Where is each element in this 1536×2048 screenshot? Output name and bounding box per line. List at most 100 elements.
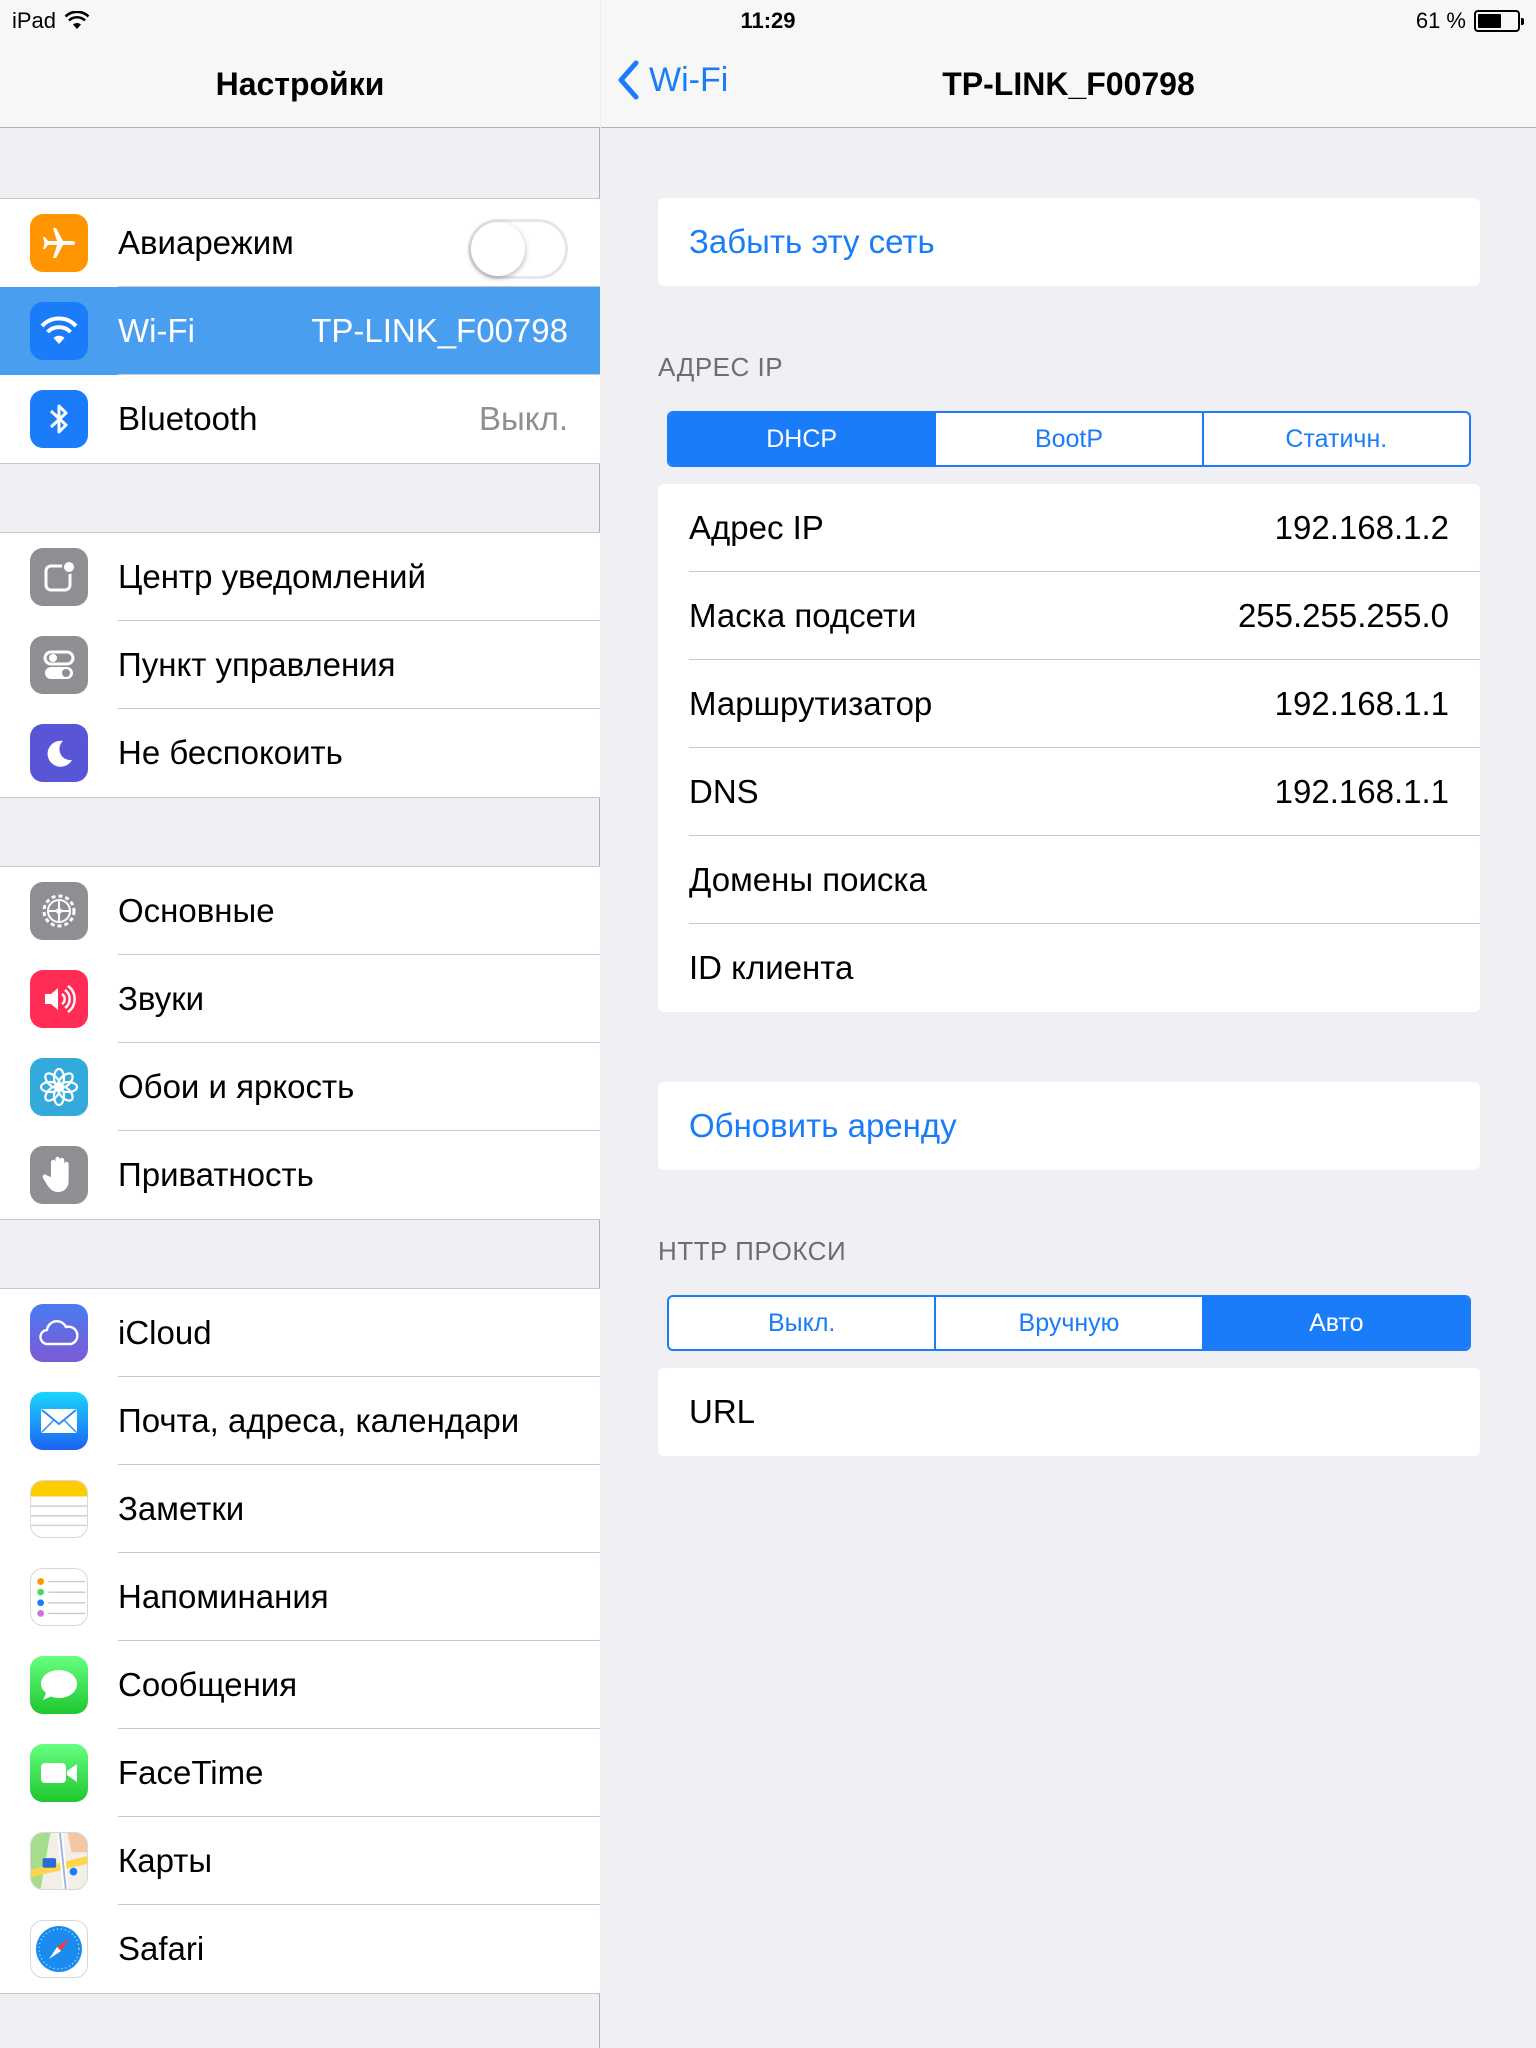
sidebar-item-facetime[interactable]: FaceTime [0, 1729, 600, 1817]
mail-icon [30, 1392, 88, 1450]
ip-mode-bootp[interactable]: BootP [936, 413, 1204, 465]
renew-lease-card: Обновить аренду [658, 1082, 1480, 1170]
row-value: 192.168.1.1 [1274, 773, 1449, 810]
sidebar-item-privacy[interactable]: Приватность [0, 1131, 600, 1219]
battery-icon [1474, 10, 1524, 32]
proxy-url-card: URL [658, 1368, 1480, 1456]
sidebar-item-value: Выкл. [479, 400, 568, 437]
sidebar-title: Настройки [215, 66, 385, 102]
sidebar-item-notification-center[interactable]: Центр уведомлений [0, 533, 600, 621]
sidebar-item-label: Safari [118, 1930, 205, 1967]
sidebar-item-label: Приватность [118, 1156, 314, 1193]
proxy-mode-segmented-control: Выкл. Вручную Авто [667, 1295, 1471, 1351]
ip-address-header: АДРЕС IP [658, 352, 784, 382]
battery-percent: 61 % [1415, 8, 1466, 33]
airplane-icon [30, 214, 88, 272]
http-proxy-header: HTTP ПРОКСИ [658, 1236, 847, 1266]
row-value: 192.168.1.1 [1274, 685, 1449, 722]
notes-icon [30, 1480, 88, 1538]
ip-mode-segmented-control: DHCP BootP Статичн. [667, 411, 1471, 467]
proxy-mode-manual[interactable]: Вручную [936, 1297, 1204, 1349]
sidebar-item-notes[interactable]: Заметки [0, 1465, 600, 1553]
sidebar-item-mail[interactable]: Почта, адреса, календари [0, 1377, 600, 1465]
control-center-icon [30, 636, 88, 694]
sidebar-item-label: Bluetooth [118, 400, 258, 437]
sidebar-item-airplane[interactable]: Авиарежим [0, 199, 600, 287]
proxy-mode-off[interactable]: Выкл. [669, 1297, 937, 1349]
maps-icon [30, 1832, 88, 1890]
router-row: Маршрутизатор 192.168.1.1 [658, 660, 1480, 748]
row-label: Домены поиска [689, 861, 927, 898]
sidebar-item-label: Основные [118, 892, 275, 929]
sidebar-item-label: Сообщения [118, 1666, 298, 1703]
ip-mode-static[interactable]: Статичн. [1204, 413, 1469, 465]
airplane-mode-toggle[interactable] [468, 219, 568, 279]
moon-icon [30, 724, 88, 782]
row-label: Маска подсети [689, 597, 917, 634]
compass-icon [30, 1920, 88, 1978]
sidebar-item-label: Напоминания [118, 1578, 329, 1615]
row-label: ID клиента [689, 949, 854, 986]
ip-mode-dhcp[interactable]: DHCP [669, 413, 937, 465]
row-value: 255.255.255.0 [1237, 597, 1449, 634]
sidebar-item-reminders[interactable]: Напоминания [0, 1553, 600, 1641]
status-right: 61 % [1415, 8, 1524, 34]
facetime-icon [30, 1744, 88, 1802]
settings-group-apps: iCloud Почта, адреса, календари Заметки … [0, 1288, 600, 1994]
bluetooth-icon [30, 390, 88, 448]
sidebar-item-bluetooth[interactable]: Bluetooth Выкл. [0, 375, 600, 463]
ip-info-card: Адрес IP 192.168.1.2 Маска подсети 255.2… [658, 484, 1480, 1012]
notification-center-icon [30, 548, 88, 606]
proxy-mode-auto[interactable]: Авто [1203, 1297, 1469, 1349]
renew-lease-button[interactable]: Обновить аренду [658, 1082, 1480, 1170]
row-label: DNS [689, 773, 759, 810]
forget-network-button[interactable]: Забыть эту сеть [658, 198, 1480, 286]
settings-group-connectivity: Авиарежим Wi-Fi TP-LINK_F00798 Bluetooth… [0, 198, 600, 464]
row-label: Адрес IP [689, 509, 824, 546]
proxy-url-row[interactable]: URL [658, 1368, 1480, 1456]
status-time: 11:29 [740, 8, 796, 33]
row-value: 192.168.1.2 [1274, 509, 1449, 546]
sidebar-item-safari[interactable]: Safari [0, 1905, 600, 1993]
flower-icon [30, 1058, 88, 1116]
sidebar-item-icloud[interactable]: iCloud [0, 1289, 600, 1377]
sidebar-item-label: Заметки [118, 1490, 245, 1527]
sidebar-item-label: Центр уведомлений [118, 558, 426, 595]
sidebar-item-sounds[interactable]: Звуки [0, 955, 600, 1043]
renew-lease-label: Обновить аренду [689, 1107, 957, 1144]
sidebar-item-value: TP-LINK_F00798 [311, 312, 568, 349]
sidebar-item-control-center[interactable]: Пункт управления [0, 621, 600, 709]
search-domains-row: Домены поиска [658, 836, 1480, 924]
settings-group-notifications: Центр уведомлений Пункт управления Не бе… [0, 532, 600, 798]
sidebar-item-maps[interactable]: Карты [0, 1817, 600, 1905]
wifi-icon [30, 302, 88, 360]
sidebar-item-label: Звуки [118, 980, 205, 1017]
sidebar-item-label: iCloud [118, 1314, 212, 1351]
sidebar-item-label: Пункт управления [118, 646, 396, 683]
row-label: URL [689, 1393, 756, 1430]
sidebar-item-wallpaper[interactable]: Обои и яркость [0, 1043, 600, 1131]
sidebar-item-label: Карты [118, 1842, 213, 1879]
forget-network-card: Забыть эту сеть [658, 198, 1480, 286]
sidebar-item-label: Wi-Fi [118, 312, 195, 349]
sidebar-item-label: FaceTime [118, 1754, 264, 1791]
network-name-title: TP-LINK_F00798 [942, 66, 1195, 102]
sidebar-item-messages[interactable]: Сообщения [0, 1641, 600, 1729]
reminders-icon [30, 1568, 88, 1626]
dns-row[interactable]: DNS 192.168.1.1 [658, 748, 1480, 836]
client-id-row: ID клиента [658, 924, 1480, 1012]
sidebar-item-do-not-disturb[interactable]: Не беспокоить [0, 709, 600, 797]
sidebar-item-label: Обои и яркость [118, 1068, 355, 1105]
sidebar-item-wifi[interactable]: Wi-Fi TP-LINK_F00798 [0, 287, 600, 375]
sidebar-item-general[interactable]: Основные [0, 867, 600, 955]
speaker-icon [30, 970, 88, 1028]
status-bar: iPad 11:29 61 % [0, 0, 1536, 40]
forget-network-label: Забыть эту сеть [689, 223, 935, 260]
wifi-detail-panel: Wi-Fi TP-LINK_F00798 Забыть эту сеть АДР… [601, 0, 1536, 2048]
cloud-icon [30, 1304, 88, 1362]
hand-icon [30, 1146, 88, 1204]
subnet-mask-row: Маска подсети 255.255.255.0 [658, 572, 1480, 660]
battery-fill [1478, 14, 1502, 28]
sidebar-item-label: Почта, адреса, календари [118, 1402, 520, 1439]
settings-group-general: Основные Звуки Обои и яркость Приватност… [0, 866, 600, 1220]
